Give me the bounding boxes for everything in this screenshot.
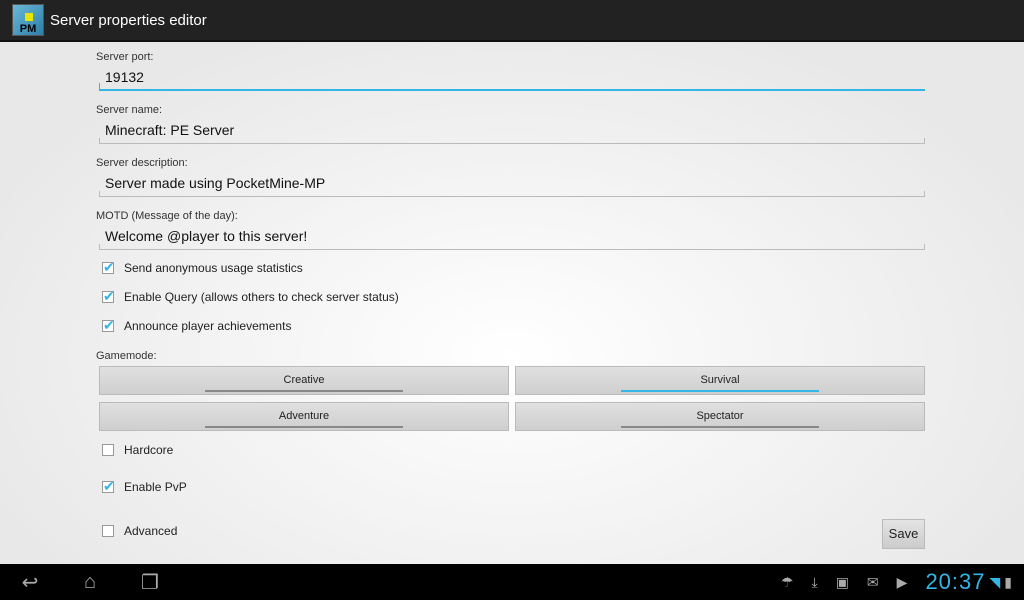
checkbox-icon (102, 288, 115, 305)
button-label: Survival (700, 374, 740, 386)
checkbox-icon (102, 444, 114, 456)
checkbox-label: Enable PvP (124, 480, 187, 494)
server-name-label: Server name: (96, 104, 163, 116)
store-update-icon[interactable]: ▣ (836, 574, 849, 591)
system-bar: ↩ ⌂ ❐ ☂ ⤓ ▣ ✉ ▶ 20:37 ◥ ▮ (0, 564, 1024, 600)
server-description-input[interactable]: Server made using PocketMine-MP (99, 171, 925, 197)
gamemode-creative-button[interactable]: Creative (99, 366, 509, 395)
checkbox-icon (102, 317, 115, 334)
server-port-input[interactable]: 19132 (99, 65, 925, 91)
checkbox-label: Enable Query (allows others to check ser… (124, 290, 399, 304)
server-port-label: Server port: (96, 51, 154, 63)
wifi-icon: ◥ (989, 573, 1001, 590)
app-notification-icon[interactable]: ☂ (781, 574, 794, 591)
hardcore-checkbox[interactable]: Hardcore (102, 443, 173, 457)
checkbox-label: Advanced (124, 524, 178, 538)
gamemode-survival-button[interactable]: Survival (515, 366, 925, 395)
enable-query-checkbox[interactable]: Enable Query (allows others to check ser… (102, 288, 399, 305)
back-icon[interactable]: ↩ (0, 570, 60, 595)
checkbox-label: Announce player achievements (124, 319, 292, 333)
app-icon-text: PM (19, 23, 37, 35)
app-title: Server properties editor (50, 11, 207, 29)
gamemode-label: Gamemode: (96, 350, 157, 362)
server-description-label: Server description: (96, 157, 188, 169)
button-label: Spectator (696, 410, 744, 422)
enable-pvp-checkbox[interactable]: Enable PvP (102, 478, 187, 495)
checkbox-label: Hardcore (124, 443, 174, 457)
home-icon[interactable]: ⌂ (60, 571, 120, 594)
gamemode-spectator-button[interactable]: Spectator (515, 402, 925, 431)
form: Server port: 19132 Server name: Minecraf… (0, 42, 1024, 564)
checkbox-icon (102, 478, 115, 495)
announce-achievements-checkbox[interactable]: Announce player achievements (102, 317, 292, 334)
gamemode-adventure-button[interactable]: Adventure (99, 402, 509, 431)
clock[interactable]: 20:37 (925, 569, 985, 595)
battery-icon: ▮ (1004, 573, 1012, 590)
motd-label: MOTD (Message of the day): (96, 210, 238, 222)
motd-input[interactable]: Welcome @player to this server! (99, 224, 925, 250)
recent-apps-icon[interactable]: ❐ (120, 570, 180, 595)
usage-stats-checkbox[interactable]: Send anonymous usage statistics (102, 259, 303, 276)
button-label: Creative (283, 374, 325, 386)
server-name-input[interactable]: Minecraft: PE Server (99, 118, 925, 144)
checkbox-icon (102, 525, 114, 537)
advanced-checkbox[interactable]: Advanced (102, 524, 177, 538)
gmail-icon[interactable]: ✉ (867, 574, 879, 591)
save-button[interactable]: Save (882, 519, 925, 549)
button-label: Adventure (278, 410, 330, 422)
checkbox-icon (102, 259, 115, 276)
play-store-icon[interactable]: ▶ (897, 574, 908, 591)
checkbox-label: Send anonymous usage statistics (124, 261, 303, 275)
app-icon: PM (12, 4, 44, 36)
action-bar: PM Server properties editor (0, 0, 1024, 42)
download-icon[interactable]: ⤓ (811, 574, 817, 591)
